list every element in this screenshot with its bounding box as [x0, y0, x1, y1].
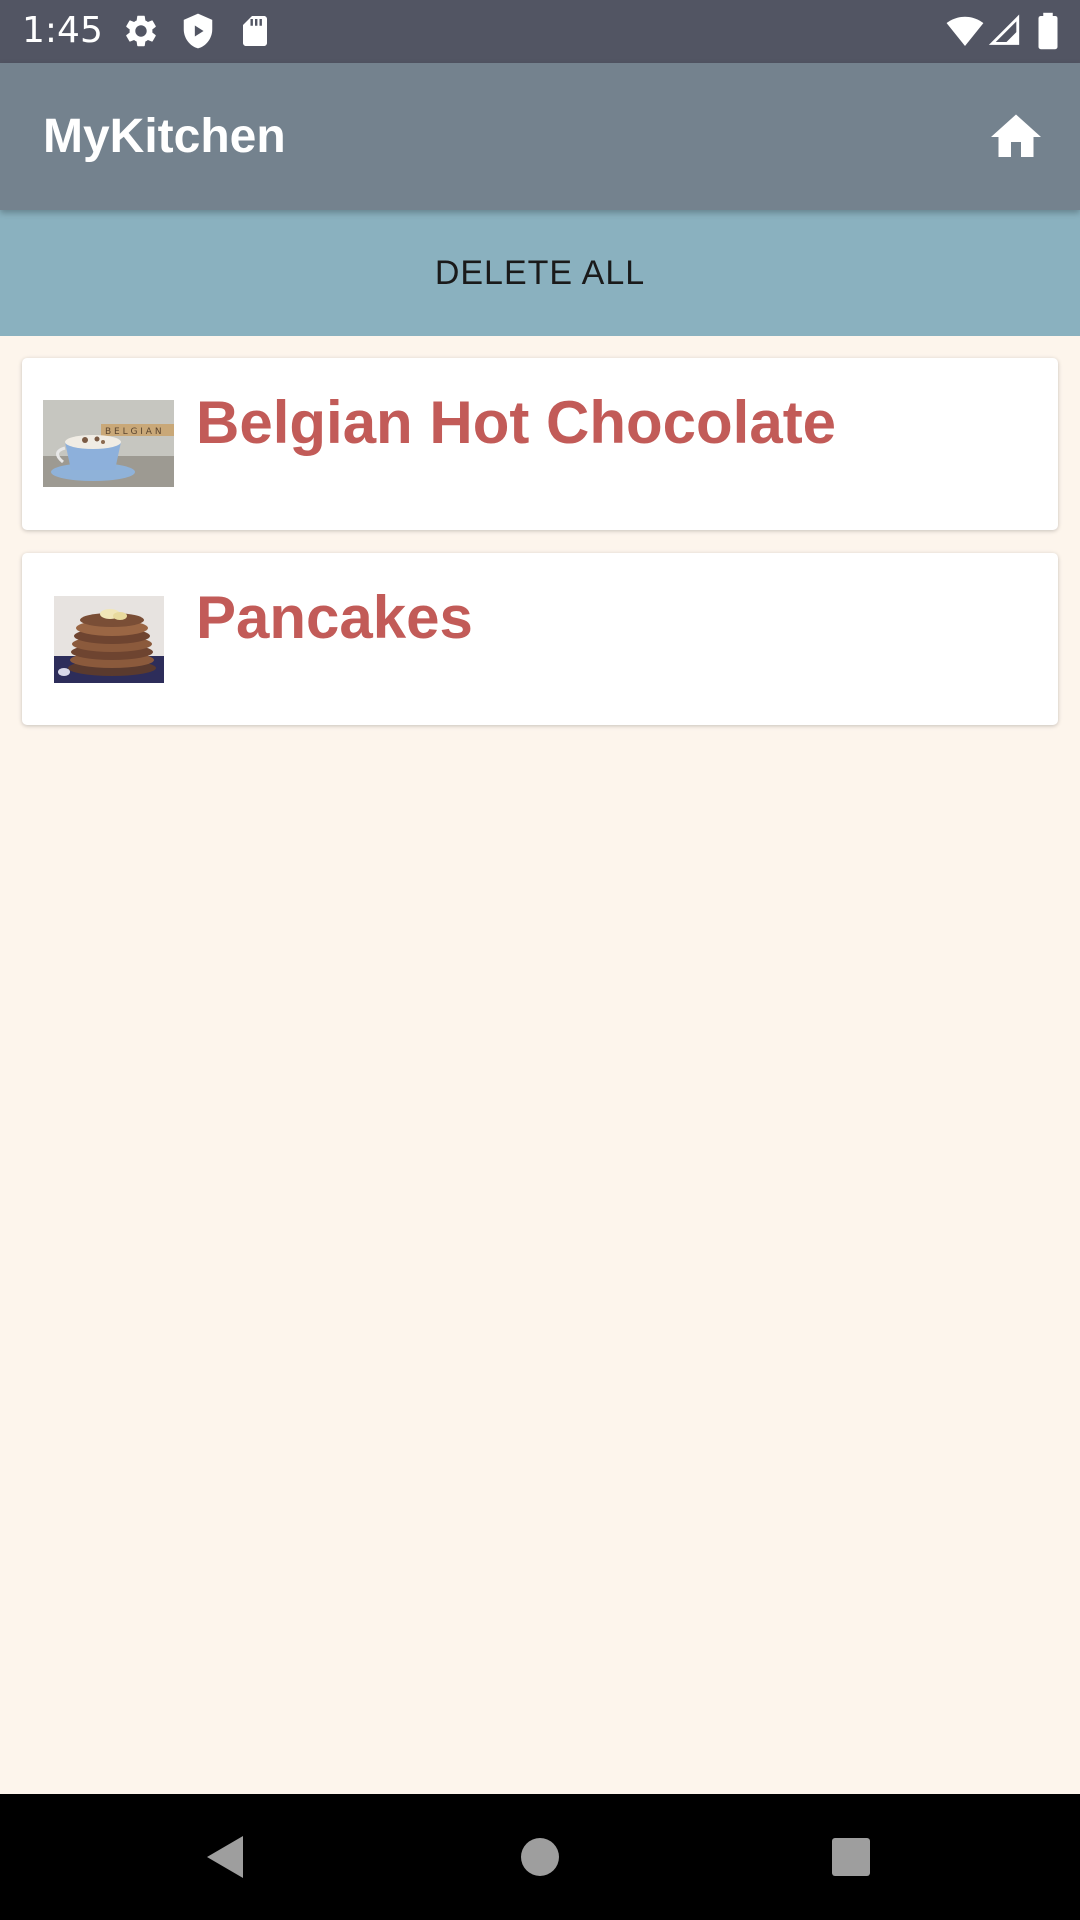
signal-icon	[988, 14, 1020, 45]
wifi-icon	[946, 16, 984, 47]
hot-chocolate-photo: B E L G I A N	[43, 400, 174, 487]
status-bar: 1:45	[0, 0, 1080, 63]
delete-all-label: DELETE ALL	[434, 253, 646, 292]
recipe-card[interactable]: B E L G I A N Belgian Hot Chocolate	[22, 358, 1058, 530]
app-bar: MyKitchen	[0, 63, 1080, 210]
back-icon[interactable]	[203, 1834, 247, 1880]
delete-all-button[interactable]: DELETE ALL	[0, 210, 1080, 336]
settings-icon	[126, 15, 156, 47]
recipe-title: Belgian Hot Chocolate	[196, 389, 837, 456]
recipe-card[interactable]: Pancakes	[22, 553, 1058, 725]
svg-text:B E L G I A N: B E L G I A N	[105, 427, 162, 437]
navigation-bar	[0, 1794, 1080, 1920]
pancakes-photo	[54, 596, 164, 683]
shield-icon	[183, 13, 213, 49]
app-title: MyKitchen	[43, 110, 286, 163]
home-circle-icon[interactable]	[519, 1836, 561, 1878]
recipe-title: Pancakes	[196, 584, 473, 651]
recents-icon[interactable]	[830, 1836, 872, 1878]
battery-icon	[1038, 12, 1058, 50]
sd-card-icon	[243, 16, 267, 46]
status-time: 1:45	[22, 10, 103, 51]
home-icon[interactable]	[986, 107, 1046, 167]
